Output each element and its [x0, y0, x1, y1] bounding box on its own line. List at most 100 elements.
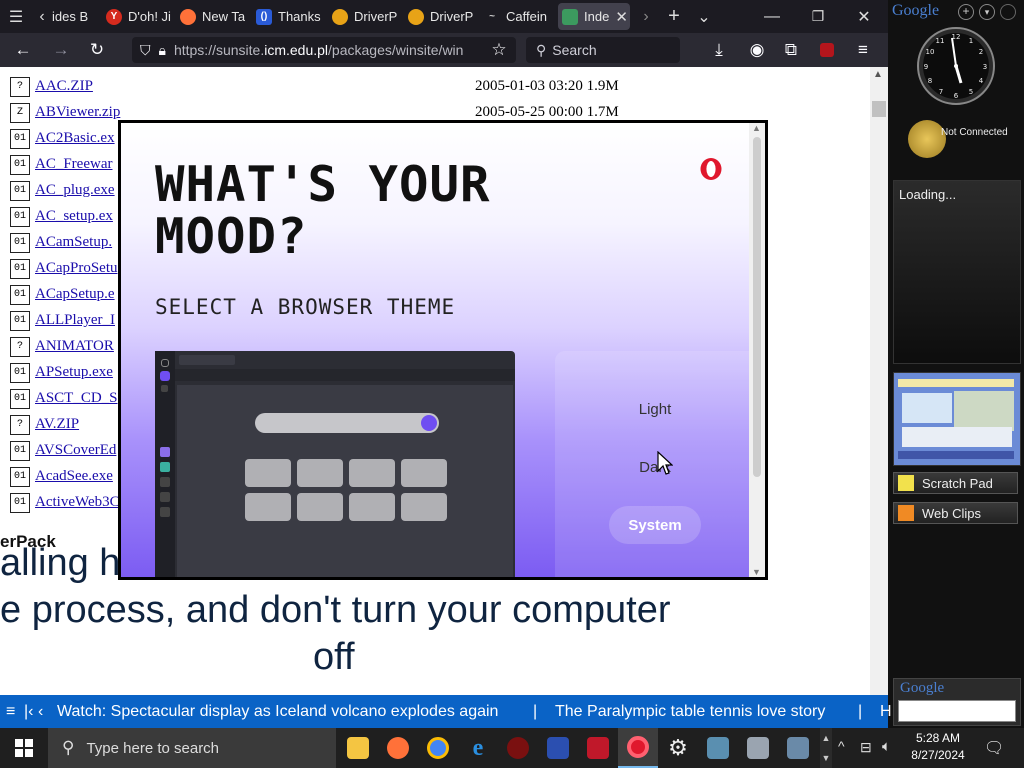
dialog-scrollbar[interactable]: ▲ ▼	[749, 123, 765, 577]
taskbar-search-input[interactable]: ⚲ Type here to search	[48, 728, 336, 768]
lock-icon[interactable]: 🔒︎	[159, 42, 166, 59]
tab-list-icon[interactable]: ☰	[4, 0, 28, 33]
taskbar-clock[interactable]: 5:28 AM 8/27/2024	[904, 730, 972, 764]
notification-center-icon[interactable]: 🗨︎	[984, 738, 1004, 758]
firefox-icon[interactable]	[378, 728, 418, 768]
file-link[interactable]: APSetup.exe	[35, 364, 113, 381]
file-link[interactable]: AcadSee.exe	[35, 468, 113, 485]
tab-label: ides B	[52, 9, 89, 24]
theme-option-system[interactable]: System	[609, 506, 701, 544]
page-scrollbar[interactable]: ▲	[870, 67, 888, 695]
scroll-down-icon[interactable]: ▼	[752, 567, 761, 577]
file-link[interactable]: ALLPlayer_I	[35, 312, 115, 329]
app-icon[interactable]	[578, 728, 618, 768]
tab-item[interactable]: ides B	[52, 3, 98, 30]
menu-icon[interactable]: ≡	[848, 33, 878, 67]
tab-item[interactable]: Y D'oh! Ji	[102, 3, 172, 30]
theme-option-light[interactable]: Light	[555, 401, 749, 418]
file-link[interactable]: ANIMATOR	[35, 338, 114, 355]
network-icon[interactable]: ⊟	[860, 739, 872, 756]
file-link[interactable]: AAC.ZIP	[35, 78, 93, 95]
file-link[interactable]: AC_Freewar	[35, 156, 112, 173]
file-link[interactable]: ActiveWeb3C	[35, 494, 120, 511]
tab-item[interactable]: DriverP	[404, 3, 476, 30]
ticker-headline[interactable]: Watch: Spectacular display as Iceland vo…	[57, 703, 498, 721]
ticker-headline[interactable]: The Paralympic table tennis love story	[555, 703, 825, 721]
file-link[interactable]: ACapSetup.e	[35, 286, 115, 303]
file-icon: 01	[10, 129, 30, 149]
scroll-tabs-left-icon[interactable]: ‹	[32, 0, 52, 33]
file-link[interactable]: ABViewer.zip	[35, 104, 120, 121]
address-bar[interactable]: ⛉ 🔒︎ https://sunsite. icm.edu.pl/packages…	[132, 37, 516, 63]
file-link[interactable]: AC2Basic.ex	[35, 130, 115, 147]
scrollbar-thumb[interactable]	[872, 101, 886, 117]
tab-item-active[interactable]: Inde ✕	[558, 3, 630, 30]
news-gadget: Loading...	[893, 180, 1021, 364]
coffee-icon: ~	[489, 11, 495, 22]
file-link[interactable]: ASCT_CD_S	[35, 390, 118, 407]
app-icon[interactable]	[498, 728, 538, 768]
file-link[interactable]: ACamSetup.	[35, 234, 112, 251]
file-meta: 2005-01-03 03:20 1.9M	[475, 78, 619, 94]
back-icon[interactable]: ←	[8, 33, 38, 67]
file-link[interactable]: AC_plug.exe	[35, 182, 115, 199]
windows-start-icon[interactable]	[4, 728, 44, 768]
app-icon[interactable]	[698, 728, 738, 768]
google-search-input[interactable]	[898, 700, 1016, 722]
file-icon: 01	[10, 181, 30, 201]
tab-item[interactable]: () Thanks	[252, 3, 324, 30]
tab-item[interactable]: DriverP	[328, 3, 400, 30]
taskbar-scroll-icon[interactable]: ▲ ▼	[820, 728, 832, 768]
scroll-tabs-right-icon[interactable]: ›	[634, 0, 658, 33]
minimize-icon[interactable]: —	[758, 0, 786, 33]
scratch-pad-gadget[interactable]: Scratch Pad	[893, 472, 1018, 494]
ticker-first-icon[interactable]: |‹	[24, 703, 33, 721]
sidebar-toggle-icon[interactable]	[1000, 4, 1016, 20]
volume-muted-icon[interactable]: 🔈︎	[882, 738, 891, 755]
download-icon[interactable]: ⤓	[704, 33, 734, 67]
app-icon[interactable]	[538, 728, 578, 768]
shield-icon[interactable]: ⛉	[140, 42, 151, 59]
sidebar-menu-icon[interactable]: ▾	[979, 4, 995, 20]
tab-item[interactable]: New Ta	[176, 3, 248, 30]
settings-gear-icon[interactable]: ⚙	[658, 728, 698, 768]
tab-item[interactable]: ~ Caffein	[480, 3, 556, 30]
file-icon: 01	[10, 233, 30, 253]
reload-icon[interactable]: ↻	[82, 33, 112, 67]
tray-chevron-up-icon[interactable]: ^	[838, 738, 845, 754]
scroll-up-icon[interactable]: ▲	[752, 123, 761, 133]
file-explorer-icon[interactable]	[338, 728, 378, 768]
file-link[interactable]: AV.ZIP	[35, 416, 79, 433]
ticker-menu-icon[interactable]: ≡	[6, 703, 15, 721]
extensions-icon[interactable]: ⧉	[776, 33, 806, 67]
web-clips-gadget[interactable]: Web Clips	[893, 502, 1018, 524]
app-icon[interactable]	[778, 728, 818, 768]
account-icon[interactable]: ◉	[742, 33, 772, 67]
restore-icon[interactable]: ❐	[804, 0, 832, 33]
file-link[interactable]: ACapProSetu	[35, 260, 118, 277]
close-window-icon[interactable]: ✕	[850, 0, 878, 33]
dialog-scrollbar-thumb[interactable]	[753, 137, 761, 477]
add-gadget-icon[interactable]: +	[958, 4, 974, 20]
app-icon[interactable]	[738, 728, 778, 768]
opera-icon[interactable]	[618, 728, 658, 768]
theme-option-dark[interactable]: Dark	[555, 459, 749, 476]
file-link[interactable]: AVSCoverEd	[35, 442, 116, 459]
new-tab-icon[interactable]: +	[662, 0, 686, 33]
ticker-prev-icon[interactable]: ‹	[38, 703, 43, 721]
forward-icon[interactable]: →	[46, 33, 76, 67]
file-link[interactable]: AC_setup.ex	[35, 208, 113, 225]
slideshow-gadget[interactable]	[893, 372, 1021, 466]
ublock-icon[interactable]	[812, 33, 842, 67]
bookmark-star-icon[interactable]: ☆	[484, 33, 514, 67]
ticker-headline[interactable]: H	[880, 703, 892, 721]
file-icon: ?	[10, 77, 30, 97]
search-input[interactable]: ⚲ Search	[526, 37, 680, 63]
page-text-line: alling h	[0, 542, 121, 584]
chrome-icon[interactable]	[418, 728, 458, 768]
close-tab-icon[interactable]: ✕	[615, 8, 628, 26]
internet-explorer-icon[interactable]: e	[458, 728, 498, 768]
scroll-up-icon[interactable]: ▲	[873, 69, 883, 80]
chevron-down-icon[interactable]: ⌄	[692, 0, 716, 33]
search-icon: ⚲	[536, 41, 547, 58]
